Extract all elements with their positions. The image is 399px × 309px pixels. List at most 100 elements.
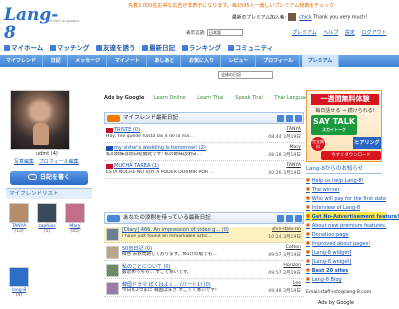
diary-row[interactable]: my sister's wedding is tomorrow! (2) 私の姉…: [104, 145, 304, 161]
friend-avatar[interactable]: [9, 267, 29, 287]
settings-link[interactable]: 設定: [345, 30, 355, 36]
diary-author-link[interactable]: TANYA: [286, 163, 301, 168]
collapse-icon[interactable]: [277, 215, 284, 222]
nav-my-home[interactable]: マイホーム: [4, 42, 43, 54]
nav-ranking[interactable]: ランキング: [181, 42, 221, 54]
news-item[interactable]: Donation page: [306, 230, 386, 239]
diary-title-link[interactable]: my sister's wedding is tomorrow! (2): [114, 145, 264, 151]
move-up-icon[interactable]: [286, 215, 293, 222]
lang8-logo[interactable]: Lang-8 Infinite Languages: [4, 6, 79, 42]
subnav-diary[interactable]: 日記: [45, 55, 68, 67]
news-item[interactable]: [Lang-8 widget]: [306, 257, 386, 266]
news-item[interactable]: About new premium features.: [306, 221, 387, 230]
subnav-reviews[interactable]: レビュー: [223, 55, 256, 67]
diary-author-link[interactable]: Mary: [290, 145, 301, 150]
author-avatar[interactable]: [106, 228, 119, 241]
subnav-footprints[interactable]: あしあと: [148, 55, 182, 67]
ads-by-google-right[interactable]: Ads by Google: [318, 300, 378, 308]
correction-author-link[interactable]: shin-dam-rin: [272, 227, 301, 232]
subnav-my-notes[interactable]: マイノート: [109, 55, 147, 67]
subnav-profile[interactable]: プロフィール: [257, 55, 301, 67]
friends-list-heading[interactable]: マイフレンドリスト: [6, 188, 92, 199]
nav-latest-diaries[interactable]: 最新日記: [142, 42, 175, 54]
diary-author-link[interactable]: TANYA: [286, 127, 301, 132]
pen-icon: [27, 174, 37, 180]
news-item[interactable]: Who will pay for the first date: [306, 194, 386, 203]
correction-row[interactable]: [Diary] 466. An impression of video g...…: [104, 227, 304, 243]
diary-filter-select[interactable]: 全体の日記: [218, 71, 273, 79]
correction-author-link[interactable]: Lee: [293, 281, 301, 286]
correction-title-link[interactable]: 私のことについて (0): [122, 263, 272, 270]
diary-row[interactable]: TRISTE (0) Hoy, me quede hasta las 4 de …: [104, 127, 304, 143]
friend-item[interactable]: Mary (45): [64, 203, 86, 234]
close-icon[interactable]: [295, 115, 302, 122]
news-item[interactable]: Best 20 sites: [306, 266, 386, 275]
edit-photo-link[interactable]: 写真編集: [14, 159, 34, 165]
skytalk-ad-banner[interactable]: 一週間無料体験 毎日話せる → 続けられる! SAY TALK スカイトーク 完…: [306, 90, 382, 162]
author-avatar[interactable]: [106, 246, 119, 259]
ad-link[interactable]: Learn Thai: [197, 95, 223, 101]
subnav-messages[interactable]: メッセージ: [69, 55, 108, 67]
community-icon: [227, 45, 234, 51]
author-avatar[interactable]: [106, 282, 119, 295]
news-item[interactable]: [Lang-8 widget]: [306, 248, 386, 257]
subnav-my-friends[interactable]: マイフレンド: [0, 55, 44, 67]
news-item[interactable]: Lang-8 Blog: [306, 275, 386, 284]
premium-user-avatar[interactable]: [287, 13, 296, 21]
news-item[interactable]: The winner: [306, 185, 386, 194]
friend-item[interactable]: TANYA (13): [8, 203, 30, 234]
write-diary-button[interactable]: 日記を書く: [10, 171, 88, 185]
news-item[interactable]: Improved about pages!: [306, 239, 386, 248]
correction-author-link[interactable]: Cotton: [286, 245, 301, 250]
diary-title-link[interactable]: MUCHA TAREA (1): [114, 163, 264, 169]
news-item[interactable]: Interview of Lang-8: [306, 203, 386, 212]
correction-row[interactable]: 韓国ドラマ ぼくはよく... (パート1) (0) 今日も3つまに 韓国ほまき …: [104, 281, 304, 297]
diary-date: 00:26 3月19日: [268, 171, 301, 176]
nav-matching[interactable]: マッチング: [49, 42, 89, 54]
subnav-favorites[interactable]: お気に入り: [183, 55, 221, 67]
correction-row[interactable]: 私のことについて (0) 最近めっちゃ... すごく寒いです。 Horizon …: [104, 263, 304, 279]
friend-avatar[interactable]: [37, 203, 57, 223]
correction-author-link[interactable]: Horizon: [283, 263, 301, 268]
friend-item[interactable]: zaphies (5): [36, 203, 58, 234]
diary-row[interactable]: MUCHA TAREA (1) ESTA NOCHE NO VOY A PODE…: [104, 163, 304, 179]
news-item[interactable]: Help us help Lang-8!: [306, 176, 386, 185]
top-links: プレミアム ヘルプ 設定 ログアウト: [292, 29, 398, 38]
edit-profile-link[interactable]: プロフィール編集: [39, 159, 79, 165]
correction-row[interactable]: 50音日記 (0) 拝啓 去秋問題しております。Muけの版でも... Cotto…: [104, 245, 304, 261]
premium-link[interactable]: プレミアム: [292, 30, 317, 36]
author-avatar[interactable]: [106, 264, 119, 277]
subnav-premium[interactable]: プレミアム: [301, 55, 340, 67]
correction-snippet: I have just found an remarkable artic...: [122, 234, 212, 239]
logout-link[interactable]: ログアウト: [361, 30, 386, 36]
diary-title-link[interactable]: TRISTE (0): [114, 127, 264, 133]
premium-user-link[interactable]: chick: [299, 16, 311, 21]
ad-link[interactable]: Learn Online: [154, 95, 186, 101]
ad-link[interactable]: Speak Thai: [235, 95, 263, 101]
correction-title-link[interactable]: 韓国ドラマ ぼくはよく... (パート1) (0): [122, 281, 272, 288]
profile-photo[interactable]: [10, 90, 70, 150]
collapse-icon[interactable]: [277, 115, 284, 122]
display-language-select[interactable]: 日本語: [206, 29, 243, 36]
friend-avatar[interactable]: [65, 203, 85, 223]
top-notice[interactable]: 先着2,000名お得な広告が非表示になります。毎1595人一番しいプレミアム特典…: [128, 2, 396, 11]
correction-title-link[interactable]: [Diary] 466. An impression of video g...…: [122, 227, 272, 233]
friend-avatar[interactable]: [9, 203, 29, 223]
nav-invite-friends[interactable]: 友達を誘う: [96, 42, 136, 54]
friend-item[interactable]: lang-8 (4): [8, 267, 30, 298]
nav-invite-label: 友達を誘う: [103, 44, 136, 52]
ad-banner-logo-text: SAY TALK: [312, 117, 356, 126]
profile-photo-hands: [33, 123, 49, 145]
ad-banner-download-button[interactable]: 今すぐダウンロード: [321, 151, 381, 160]
ad-banner-logo: SAY TALK スカイトーク: [311, 115, 357, 135]
news-item-highlighted[interactable]: Get No-Advertisement feature!: [306, 212, 399, 221]
ad-banner-hearing: ヒアリング: [353, 137, 381, 149]
help-link[interactable]: ヘルプ: [323, 30, 338, 36]
logo-tagline: Infinite Languages: [47, 19, 80, 23]
friends-diary-panel-header: マイフレンド最新日記: [104, 112, 304, 124]
nav-community[interactable]: コミュニティ: [227, 42, 273, 54]
close-icon[interactable]: [295, 215, 302, 222]
correction-title-link[interactable]: 50音日記 (0): [122, 245, 272, 252]
correction-date: 10:24 3月19日: [268, 235, 301, 240]
move-up-icon[interactable]: [286, 115, 293, 122]
